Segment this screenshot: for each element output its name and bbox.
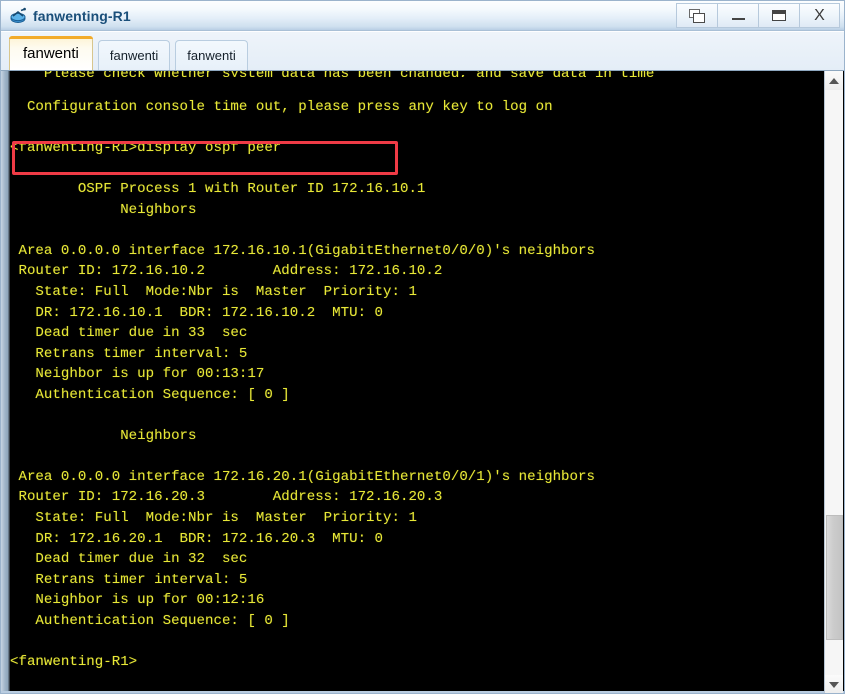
terminal-scrollbar[interactable] — [824, 71, 843, 693]
tab-bar: fanwenti fanwenti fanwenti — [1, 32, 844, 70]
close-icon: X — [814, 6, 825, 24]
terminal-line: Retrans timer interval: 5 — [10, 345, 248, 362]
terminal-console[interactable]: Please check whether system data has bee… — [10, 71, 844, 693]
terminal-line: Authentication Sequence: [ 0 ] — [10, 612, 290, 629]
tab-label: fanwenti — [187, 48, 236, 63]
scroll-up-icon — [829, 77, 839, 84]
terminal-line: Authentication Sequence: [ 0 ] — [10, 386, 290, 403]
terminal-line: Dead timer due in 32 sec — [10, 551, 248, 568]
router-device-icon — [9, 7, 27, 25]
restore-windows-icon — [688, 8, 706, 23]
tab-fanwenti-1[interactable]: fanwenti — [9, 36, 93, 70]
scroll-down-button[interactable] — [825, 675, 843, 693]
terminal-line: Area 0.0.0.0 interface 172.16.10.1(Gigab… — [10, 242, 595, 259]
scrollbar-thumb[interactable] — [826, 515, 843, 640]
terminal-line: Retrans timer interval: 5 — [10, 571, 248, 588]
terminal-line: Neighbors — [10, 201, 197, 218]
window-controls: X — [676, 3, 840, 29]
terminal-line: OSPF Process 1 with Router ID 172.16.10.… — [10, 181, 426, 198]
scroll-down-icon — [829, 681, 839, 688]
terminal-line: Configuration console time out, please p… — [10, 99, 553, 116]
terminal-line: State: Full Mode:Nbr is Master Priority:… — [10, 283, 417, 300]
minimize-icon — [731, 18, 745, 20]
terminal-line: DR: 172.16.20.1 BDR: 172.16.20.3 MTU: 0 — [10, 530, 384, 547]
terminal-line: Area 0.0.0.0 interface 172.16.20.1(Gigab… — [10, 468, 595, 485]
title-bar: fanwenting-R1 X — [1, 1, 844, 31]
terminal-frame: Please check whether system data has bee… — [1, 70, 844, 693]
terminal-line: <fanwenting-R1>display ospf peer — [10, 140, 282, 157]
terminal-output: Please check whether system data has bee… — [10, 71, 844, 672]
terminal-line: State: Full Mode:Nbr is Master Priority:… — [10, 509, 417, 526]
terminal-line: Router ID: 172.16.10.2 Address: 172.16.1… — [10, 263, 443, 280]
terminal-line: Dead timer due in 33 sec — [10, 325, 248, 342]
terminal-line: <fanwenting-R1> — [10, 653, 138, 670]
tab-label: fanwenti — [109, 48, 159, 63]
tab-fanwenti-2[interactable]: fanwenti — [97, 40, 171, 70]
scrollbar-track[interactable] — [825, 90, 843, 675]
terminal-line: Neighbors — [10, 427, 197, 444]
minimize-button[interactable] — [717, 3, 758, 28]
window-title: fanwenting-R1 — [33, 7, 131, 24]
window-bottom-edge — [1, 691, 844, 693]
tab-fanwenti-3[interactable]: fanwenti — [175, 40, 248, 70]
terminal-line: Neighbor is up for 00:13:17 — [10, 366, 265, 383]
maximize-icon — [772, 10, 786, 21]
terminal-line: DR: 172.16.10.1 BDR: 172.16.10.2 MTU: 0 — [10, 304, 384, 321]
application-window: fanwenting-R1 X fanwenti fanwenti fanwen… — [0, 0, 845, 694]
terminal-line: Neighbor is up for 00:12:16 — [10, 592, 265, 609]
terminal-line: Router ID: 172.16.20.3 Address: 172.16.2… — [10, 489, 443, 506]
terminal-left-bevel — [1, 71, 10, 693]
scroll-up-button[interactable] — [825, 71, 843, 90]
maximize-button[interactable] — [758, 3, 799, 28]
restore-button[interactable] — [676, 3, 717, 28]
tab-label: fanwenti — [23, 45, 79, 62]
close-button[interactable]: X — [799, 3, 840, 28]
